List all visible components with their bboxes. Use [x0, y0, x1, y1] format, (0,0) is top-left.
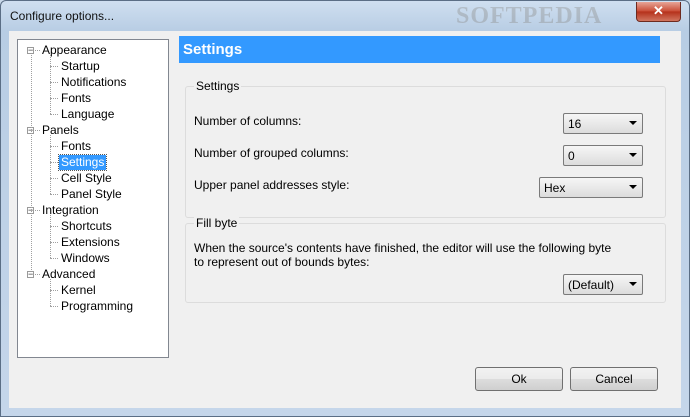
address-style-value: Hex	[544, 181, 566, 195]
fill-byte-group-title: Fill byte	[194, 216, 240, 230]
tree-item-panels[interactable]: Panels	[40, 123, 81, 138]
tree-item-cell-style[interactable]: Cell Style	[59, 171, 114, 186]
tree-item-advanced[interactable]: Advanced	[40, 267, 97, 282]
tree-connector	[50, 306, 58, 307]
tree-item-windows[interactable]: Windows	[59, 251, 112, 266]
tree-connector	[50, 215, 51, 258]
tree-connector	[50, 66, 58, 67]
close-icon: ✕	[653, 3, 664, 18]
settings-group: Settings Number of columns: 16 Number of…	[185, 79, 666, 218]
fill-byte-group: Fill byte When the source's contents hav…	[185, 216, 666, 303]
tree-connector	[50, 178, 58, 179]
fill-byte-value: (Default)	[568, 278, 615, 292]
tree-item-fonts[interactable]: Fonts	[59, 139, 93, 154]
grouped-columns-value: 0	[568, 149, 575, 163]
options-tree[interactable]: − Appearance Startup Notifications Fonts Lang…	[17, 39, 169, 358]
columns-dropdown[interactable]: 16	[563, 113, 643, 134]
title-bar[interactable]: Configure options... SOFTPEDIA ✕	[1, 1, 689, 31]
tree-item-language[interactable]: Language	[59, 107, 116, 122]
address-style-dropdown[interactable]: Hex	[539, 177, 643, 198]
tree-connector	[31, 55, 32, 270]
tree-connector	[50, 98, 58, 99]
tree-item-fonts[interactable]: Fonts	[59, 91, 93, 106]
tree-connector	[50, 226, 58, 227]
columns-label: Number of columns:	[194, 114, 302, 128]
configure-options-window: Configure options... SOFTPEDIA ✕ − Appear…	[0, 0, 690, 417]
dialog-client-area: − Appearance Startup Notifications Fonts Lang…	[9, 31, 681, 408]
grouped-columns-label: Number of grouped columns:	[194, 146, 349, 160]
chevron-down-icon	[629, 185, 637, 189]
tree-connector	[50, 258, 58, 259]
tree-item-settings[interactable]: Settings	[57, 154, 108, 171]
tree-item-notifications[interactable]: Notifications	[59, 75, 128, 90]
cancel-button[interactable]: Cancel	[570, 367, 658, 391]
window-title: Configure options...	[10, 9, 115, 23]
fill-byte-description-line2: to represent out of bounds bytes:	[194, 255, 370, 269]
tree-connector	[50, 279, 51, 306]
tree-connector	[50, 82, 58, 83]
tree-connector	[50, 55, 51, 114]
tree-collapse-icon[interactable]: −	[27, 46, 34, 55]
chevron-down-icon	[629, 153, 637, 157]
section-header: Settings	[179, 36, 660, 63]
settings-group-title: Settings	[194, 79, 242, 93]
tree-item-panel-style[interactable]: Panel Style	[59, 187, 124, 202]
tree-item-shortcuts[interactable]: Shortcuts	[59, 219, 114, 234]
fill-byte-description-line1: When the source's contents have finished…	[194, 241, 612, 255]
fill-byte-dropdown[interactable]: (Default)	[563, 274, 643, 295]
tree-connector	[50, 162, 58, 163]
tree-connector	[50, 242, 58, 243]
tree-collapse-icon[interactable]: −	[27, 270, 34, 279]
tree-item-kernel[interactable]: Kernel	[59, 283, 98, 298]
tree-item-programming[interactable]: Programming	[59, 299, 135, 314]
tree-item-extensions[interactable]: Extensions	[59, 235, 122, 250]
columns-value: 16	[568, 117, 582, 131]
tree-connector	[50, 194, 58, 195]
tree-connector	[50, 135, 51, 194]
address-style-label: Upper panel addresses style:	[194, 178, 350, 192]
chevron-down-icon	[629, 121, 637, 125]
tree-connector	[50, 290, 58, 291]
tree-connector	[50, 114, 58, 115]
grouped-columns-dropdown[interactable]: 0	[563, 145, 643, 166]
watermark: SOFTPEDIA	[456, 3, 603, 29]
chevron-down-icon	[629, 282, 637, 286]
ok-button[interactable]: Ok	[475, 367, 563, 391]
close-button[interactable]: ✕	[636, 2, 681, 22]
tree-connector	[50, 146, 58, 147]
tree-item-startup[interactable]: Startup	[59, 59, 102, 74]
